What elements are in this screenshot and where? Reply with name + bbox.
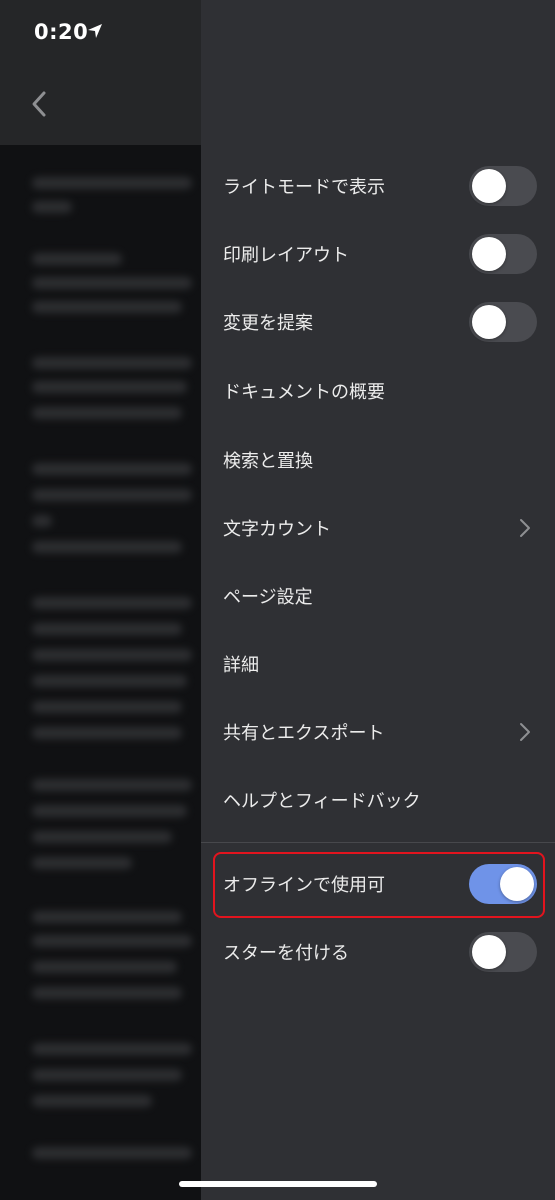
menu-item-label: 詳細 — [223, 655, 259, 676]
menu-item-label: 検索と置換 — [223, 451, 313, 472]
light-mode-toggle[interactable] — [469, 166, 537, 206]
menu-item-light-mode[interactable]: ライトモードで表示 — [201, 152, 555, 220]
home-indicator[interactable] — [179, 1181, 377, 1187]
print-layout-toggle[interactable] — [469, 234, 537, 274]
menu-item-label: 変更を提案 — [223, 313, 313, 334]
toggle-knob — [472, 305, 506, 339]
menu-item-label: ライトモードで表示 — [223, 177, 385, 198]
highlight-annotation — [213, 852, 545, 918]
menu-item-star[interactable]: スターを付ける — [201, 918, 555, 986]
menu-item-details[interactable]: 詳細 — [201, 630, 555, 698]
screen: 0:20 ライトモードで表示 印刷レイアウト 変更を提案 ドキュメントの概要 検… — [0, 0, 555, 1200]
menu-item-label: 共有とエクスポート — [223, 723, 385, 744]
status-time: 0:20 — [34, 20, 89, 44]
menu-item-share-export[interactable]: 共有とエクスポート — [201, 698, 555, 766]
menu-item-help-feedback[interactable]: ヘルプとフィードバック — [201, 766, 555, 834]
toggle-knob — [472, 237, 506, 271]
location-arrow-icon — [88, 24, 102, 38]
menu-item-print-layout[interactable]: 印刷レイアウト — [201, 220, 555, 288]
chevron-right-icon — [520, 723, 530, 741]
settings-drawer: ライトモードで表示 印刷レイアウト 変更を提案 ドキュメントの概要 検索と置換 … — [201, 0, 555, 1200]
menu-item-word-count[interactable]: 文字カウント — [201, 494, 555, 562]
divider — [201, 842, 555, 843]
menu-item-label: 文字カウント — [223, 519, 331, 540]
toggle-knob — [472, 935, 506, 969]
chevron-right-icon — [520, 519, 530, 537]
menu-item-label: ヘルプとフィードバック — [223, 791, 421, 812]
menu-item-label: ページ設定 — [223, 587, 313, 608]
menu-item-page-setup[interactable]: ページ設定 — [201, 562, 555, 630]
toggle-knob — [472, 169, 506, 203]
menu-item-label: ドキュメントの概要 — [223, 382, 385, 403]
suggest-changes-toggle[interactable] — [469, 302, 537, 342]
menu-item-suggest-changes[interactable]: 変更を提案 — [201, 288, 555, 356]
menu-item-label: スターを付ける — [223, 943, 349, 964]
back-chevron-icon[interactable] — [30, 90, 48, 118]
menu-item-document-outline[interactable]: ドキュメントの概要 — [201, 357, 555, 425]
menu-item-label: 印刷レイアウト — [223, 245, 349, 266]
star-toggle[interactable] — [469, 932, 537, 972]
menu-item-find-replace[interactable]: 検索と置換 — [201, 426, 555, 494]
